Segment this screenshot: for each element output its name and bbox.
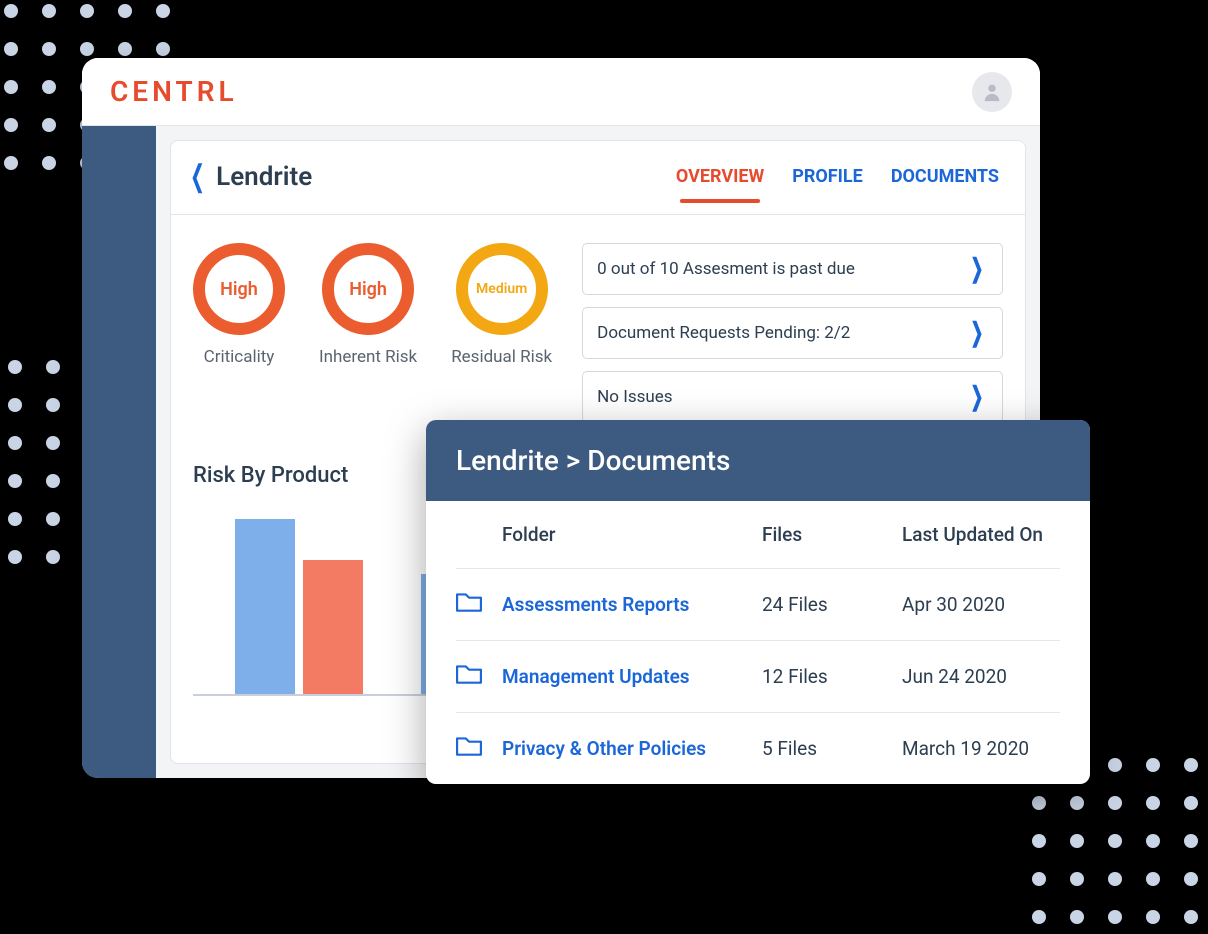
chevron-right-icon: ❯ bbox=[971, 382, 984, 412]
risk-criticality: High Criticality bbox=[193, 243, 285, 423]
table-header: Folder Files Last Updated On bbox=[456, 501, 1060, 569]
status-issues[interactable]: No Issues ❯ bbox=[582, 371, 1003, 423]
tab-profile[interactable]: PROFILE bbox=[792, 160, 863, 193]
status-text: 0 out of 10 Assesment is past due bbox=[597, 259, 855, 279]
documents-table: Folder Files Last Updated On Assessments… bbox=[426, 501, 1090, 784]
updated-date: Apr 30 2020 bbox=[902, 593, 1060, 616]
page-title: Lendrite bbox=[216, 162, 312, 192]
status-text: No Issues bbox=[597, 387, 672, 407]
col-files: Files bbox=[762, 523, 902, 546]
risk-residual: Medium Residual Risk bbox=[451, 243, 552, 423]
updated-date: Jun 24 2020 bbox=[902, 665, 1060, 688]
folder-name: Management Updates bbox=[502, 665, 762, 688]
risk-label: Inherent Risk bbox=[319, 347, 417, 367]
folder-name: Privacy & Other Policies bbox=[502, 737, 762, 760]
folder-icon bbox=[456, 735, 502, 762]
risk-label: Criticality bbox=[204, 347, 275, 367]
tab-overview[interactable]: OVERVIEW bbox=[676, 160, 764, 193]
top-bar: CENTRL bbox=[82, 58, 1040, 126]
documents-overlay: Lendrite > Documents Folder Files Last U… bbox=[426, 420, 1090, 784]
bar bbox=[303, 560, 363, 694]
sidebar bbox=[82, 126, 156, 778]
risk-inherent: High Inherent Risk bbox=[319, 243, 417, 423]
folder-icon bbox=[456, 591, 502, 618]
table-row[interactable]: Management Updates 12 Files Jun 24 2020 bbox=[456, 641, 1060, 713]
status-assessment-due[interactable]: 0 out of 10 Assesment is past due ❯ bbox=[582, 243, 1003, 295]
bar bbox=[235, 519, 295, 694]
overlay-breadcrumb: Lendrite > Documents bbox=[426, 420, 1090, 501]
chevron-right-icon: ❯ bbox=[971, 318, 984, 348]
brand-logo: CENTRL bbox=[110, 75, 238, 108]
folder-name: Assessments Reports bbox=[502, 593, 762, 616]
avatar[interactable] bbox=[972, 72, 1012, 112]
files-count: 5 Files bbox=[762, 737, 902, 760]
risk-circles: High Criticality High Inherent Risk Medi… bbox=[193, 243, 552, 423]
decorative-dots bbox=[0, 360, 60, 564]
back-icon[interactable]: ❮ bbox=[190, 159, 205, 194]
tab-documents[interactable]: DOCUMENTS bbox=[891, 160, 999, 193]
files-count: 12 Files bbox=[762, 665, 902, 688]
tab-bar: OVERVIEW PROFILE DOCUMENTS bbox=[676, 160, 999, 193]
folder-icon bbox=[456, 663, 502, 690]
table-row[interactable]: Privacy & Other Policies 5 Files March 1… bbox=[456, 713, 1060, 784]
risk-ring: High bbox=[193, 243, 285, 335]
chevron-right-icon: ❯ bbox=[971, 254, 984, 284]
col-updated: Last Updated On bbox=[902, 523, 1060, 546]
risk-label: Residual Risk bbox=[451, 347, 552, 367]
updated-date: March 19 2020 bbox=[902, 737, 1060, 760]
status-list: 0 out of 10 Assesment is past due ❯ Docu… bbox=[582, 243, 1003, 423]
status-doc-requests[interactable]: Document Requests Pending: 2/2 ❯ bbox=[582, 307, 1003, 359]
col-folder: Folder bbox=[502, 523, 762, 546]
user-icon bbox=[981, 81, 1003, 103]
files-count: 24 Files bbox=[762, 593, 902, 616]
risk-ring: Medium bbox=[456, 243, 548, 335]
risk-ring: High bbox=[322, 243, 414, 335]
status-text: Document Requests Pending: 2/2 bbox=[597, 323, 850, 343]
table-row[interactable]: Assessments Reports 24 Files Apr 30 2020 bbox=[456, 569, 1060, 641]
